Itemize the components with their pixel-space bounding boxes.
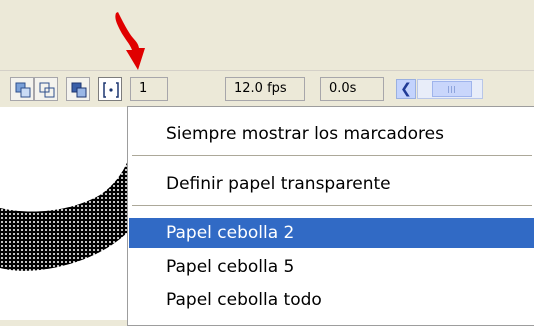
current-frame-field: 1 — [130, 77, 168, 101]
multiple-frames-icon — [71, 82, 87, 102]
elapsed-time-field: 0.0s — [320, 77, 384, 101]
frame-rate-field: 12.0 fps — [225, 77, 305, 101]
timeline-scrollbar[interactable] — [417, 79, 483, 99]
menu-item-onion-all[interactable]: Papel cebolla todo — [129, 285, 534, 315]
edit-multiple-frames-button[interactable] — [66, 77, 90, 101]
menu-item-onion-2[interactable]: Papel cebolla 2 — [129, 218, 534, 248]
menu-item-always-show-markers[interactable]: Siempre mostrar los marcadores — [129, 119, 534, 149]
onion-skin-icon — [15, 82, 31, 102]
chevron-left-icon: ❮ — [400, 81, 412, 97]
menu-item-anchor-onion[interactable]: Definir papel transparente — [129, 169, 534, 199]
scrollbar-thumb[interactable] — [432, 81, 472, 97]
scroll-left-button[interactable]: ❮ — [396, 79, 416, 99]
modify-onion-markers-button[interactable] — [98, 77, 122, 101]
onion-markers-menu: Siempre mostrar los marcadores Definir p… — [127, 106, 534, 326]
onion-outline-icon — [39, 82, 55, 102]
menu-separator — [132, 205, 532, 206]
onion-skin-outlines-button[interactable] — [34, 77, 58, 101]
onion-markers-icon — [102, 81, 120, 103]
center-frame-button[interactable] — [10, 77, 34, 101]
menu-item-onion-5[interactable]: Papel cebolla 5 — [129, 252, 534, 282]
timeline-toolbar: 1 12.0 fps 0.0s ❮ — [0, 70, 534, 107]
menu-separator — [132, 155, 532, 156]
